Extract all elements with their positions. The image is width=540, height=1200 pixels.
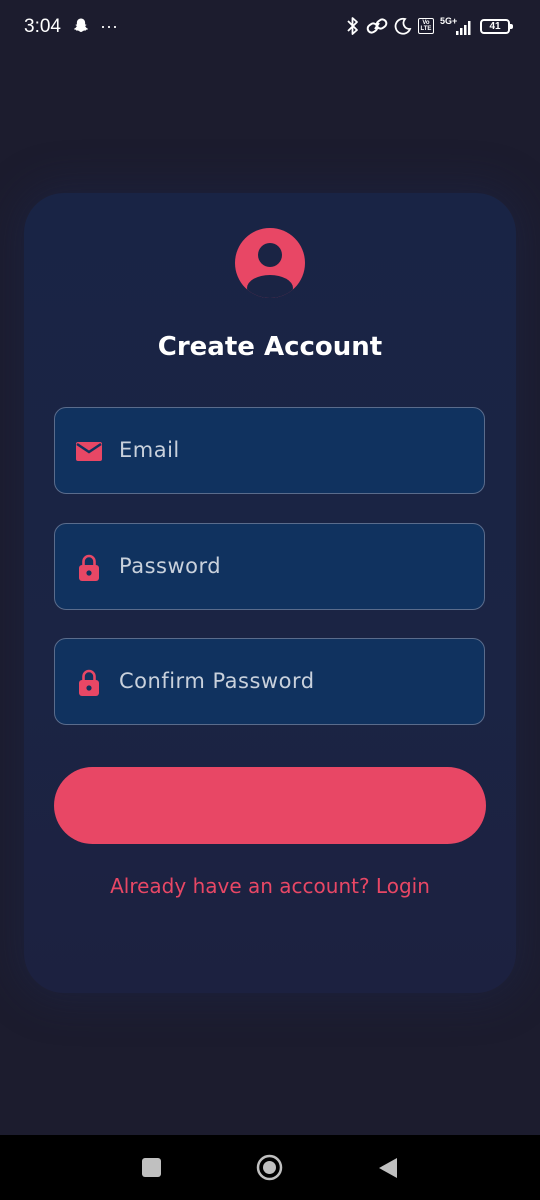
mail-icon (76, 442, 102, 461)
link-icon (366, 18, 388, 34)
back-triangle-icon[interactable] (377, 1156, 399, 1180)
status-bar: 3:04 ··· Vo LTE 5G+ 41 (0, 0, 540, 56)
page-title: Create Account (157, 332, 383, 362)
recents-square-icon[interactable] (142, 1158, 161, 1177)
status-time: 3:04 (24, 16, 61, 37)
signal-indicator: 5G+ (440, 17, 474, 35)
password-input[interactable] (119, 524, 469, 608)
password-field[interactable] (54, 523, 485, 610)
moon-icon (394, 17, 412, 35)
email-input[interactable] (119, 408, 469, 492)
more-notifications-dots: ··· (100, 16, 118, 36)
navigation-bar (0, 1135, 540, 1200)
confirm-password-input[interactable] (119, 639, 469, 723)
status-right-icons: Vo LTE 5G+ 41 (346, 16, 513, 36)
email-field[interactable] (54, 407, 485, 494)
network-type-label: 5G+ (440, 16, 458, 26)
login-link[interactable]: Already have an account? Login (0, 874, 540, 898)
bluetooth-icon (347, 17, 358, 35)
lock-icon (79, 669, 99, 696)
signal-bars-icon (456, 21, 471, 35)
home-circle-icon[interactable] (256, 1154, 283, 1181)
battery-level: 41 (489, 20, 501, 32)
volte-icon: Vo LTE (418, 18, 434, 34)
lock-icon (79, 554, 99, 581)
status-left-icons: ··· (72, 17, 118, 35)
snapchat-icon (73, 18, 89, 32)
battery-icon: 41 (480, 18, 513, 34)
account-circle-icon (235, 228, 305, 298)
confirm-password-field[interactable] (54, 638, 485, 725)
create-account-button[interactable] (54, 767, 486, 844)
